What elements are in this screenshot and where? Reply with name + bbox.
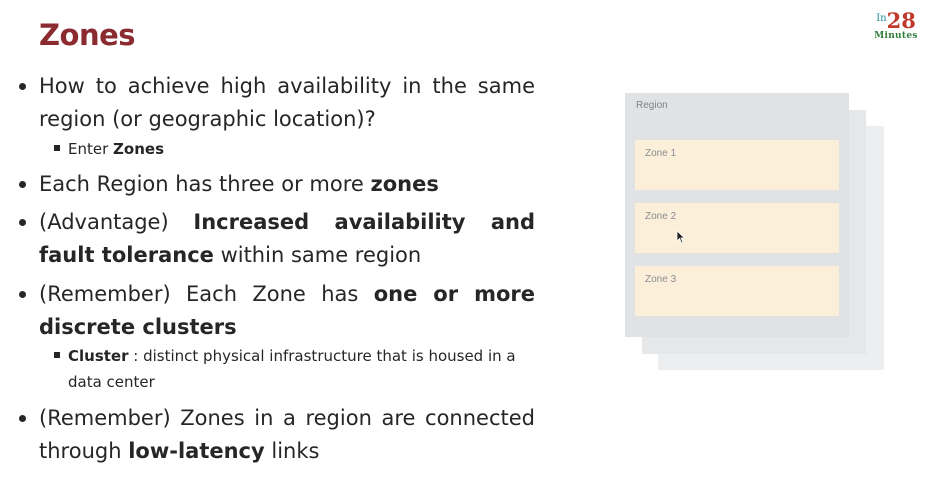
- zone-box-3: Zone 3: [635, 266, 839, 316]
- subbullet-cluster-definition: Cluster : distinct physical infrastructu…: [54, 343, 538, 395]
- subbullet-enter-zones: Enter Zones: [54, 136, 538, 162]
- bullet-text: Each Region has three or more zones: [39, 172, 439, 196]
- bullet-text: (Remember) Zones in a region are connect…: [39, 406, 535, 463]
- text-run: : distinct physical infrastructure that …: [68, 347, 516, 391]
- logo-number: 28: [886, 8, 916, 33]
- bullet-clusters: (Remember) Each Zone has one or more dis…: [19, 278, 535, 344]
- text-run: links: [264, 439, 320, 463]
- bullet-text: (Advantage) Increased availability and f…: [39, 210, 535, 267]
- bold-text: zones: [370, 172, 439, 196]
- text-run: How to achieve high availability in the …: [39, 74, 535, 131]
- bullet-text: (Remember) Each Zone has one or more dis…: [39, 282, 535, 339]
- logo-suffix: Minutes: [874, 31, 918, 41]
- bullet-three-zones: Each Region has three or more zones: [19, 168, 535, 201]
- bold-text: Zones: [113, 140, 164, 158]
- zone-label: Zone 3: [645, 274, 677, 285]
- subbullet-text: Cluster : distinct physical infrastructu…: [68, 347, 516, 391]
- text-run: Enter: [68, 140, 114, 158]
- zone-box-1: Zone 1: [635, 140, 839, 190]
- text-run: Each Region has three or more: [39, 172, 371, 196]
- in28minutes-logo: In28 Minutes: [872, 10, 920, 41]
- bullet-advantage: (Advantage) Increased availability and f…: [19, 206, 535, 272]
- mouse-pointer-icon: [676, 230, 686, 244]
- bold-text: Cluster: [68, 347, 129, 365]
- subbullet-text: Enter Zones: [68, 140, 164, 158]
- zone-box-2: Zone 2: [635, 203, 839, 253]
- bullet-text: How to achieve high availability in the …: [39, 74, 535, 131]
- zone-label: Zone 2: [645, 211, 677, 222]
- slide-title: Zones: [39, 18, 136, 52]
- text-run: (Advantage): [39, 210, 194, 234]
- bullet-high-availability: How to achieve high availability in the …: [19, 70, 535, 136]
- region-label: Region: [636, 100, 668, 111]
- zone-label: Zone 1: [645, 148, 677, 159]
- bold-text: low-latency: [128, 439, 265, 463]
- text-run: within same region: [213, 243, 422, 267]
- logo-prefix: In: [876, 13, 887, 24]
- bullet-low-latency: (Remember) Zones in a region are connect…: [19, 402, 535, 468]
- text-run: (Remember) Each Zone has: [39, 282, 374, 306]
